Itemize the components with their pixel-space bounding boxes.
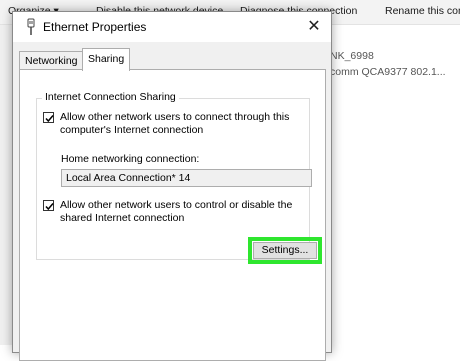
internet-connection-sharing-group: Internet Connection Sharing Allow other … — [36, 91, 322, 264]
tab-networking[interactable]: Networking — [19, 51, 84, 70]
allow-control-label: Allow other network users to control or … — [60, 199, 293, 224]
network-adapter-icon — [25, 18, 37, 36]
background-left-pane — [0, 25, 12, 345]
adapter-name: comm QCA9377 802.1... — [330, 66, 446, 78]
allow-connect-label: Allow other network users to connect thr… — [60, 111, 290, 136]
tab-sharing[interactable]: Sharing — [82, 48, 131, 71]
settings-button[interactable]: Settings... — [253, 242, 317, 259]
allow-control-checkbox[interactable] — [43, 200, 54, 211]
dialog-titlebar[interactable]: Ethernet Properties ✕ — [13, 12, 331, 42]
group-title: Internet Connection Sharing — [42, 91, 179, 103]
close-icon[interactable]: ✕ — [303, 16, 325, 38]
checkmark-icon — [45, 115, 54, 123]
dialog-title: Ethernet Properties — [43, 20, 147, 34]
home-networking-label: Home networking connection: — [61, 153, 200, 165]
rename-connection-button[interactable]: Rename this con — [385, 5, 460, 17]
checkmark-icon — [45, 203, 54, 211]
connection-name: NK_6998 — [330, 50, 374, 62]
wikihow-watermark: wikiHow — [393, 321, 454, 338]
home-networking-field[interactable]: Local Area Connection* 14 — [61, 169, 312, 187]
allow-connect-checkbox[interactable] — [43, 112, 54, 123]
ethernet-properties-dialog: Ethernet Properties ✕ Networking Sharing… — [12, 11, 332, 361]
sharing-panel: Internet Connection Sharing Allow other … — [19, 69, 326, 361]
